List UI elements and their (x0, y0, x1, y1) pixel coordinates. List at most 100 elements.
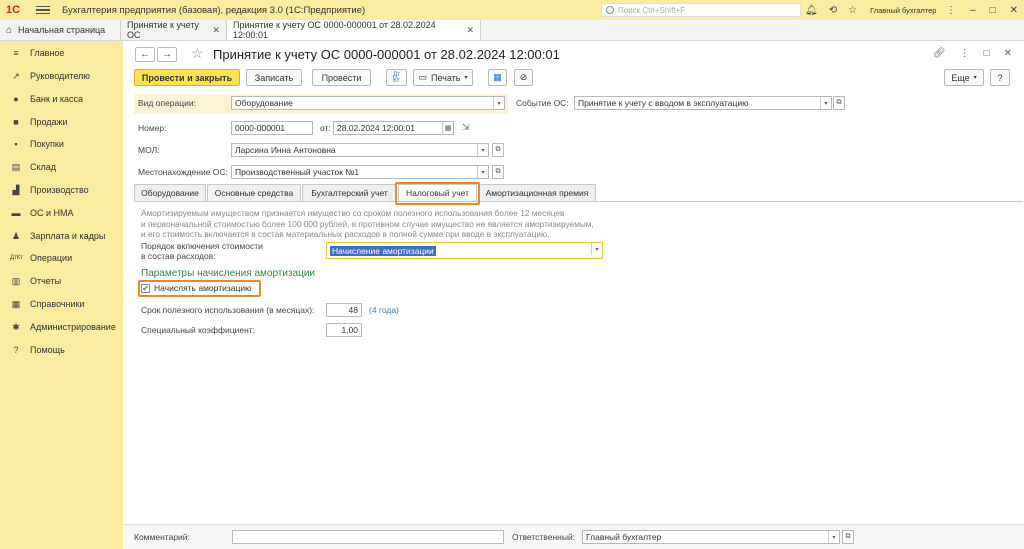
sidebar-item-sales[interactable]: ■ Продажи (0, 113, 123, 131)
highlight-accrue-checkbox (138, 280, 261, 297)
coins-icon: ● (13, 94, 19, 104)
bell-icon[interactable]: 🔔︎ (805, 5, 818, 16)
expense-order-field[interactable]: Начисление амортизации ▾ (326, 242, 603, 259)
number-field[interactable]: 0000-000001 (231, 121, 313, 135)
close-tab-icon[interactable]: ✕ (212, 25, 220, 36)
number-label: Номер: (138, 123, 167, 133)
chart-line-icon: ↗ (12, 70, 20, 81)
open-location-icon[interactable]: ⧉ (492, 165, 504, 179)
chevron-down-icon[interactable]: ▾ (477, 166, 488, 178)
favorite-star-icon[interactable]: ☆ (191, 45, 204, 62)
sidebar-item-references[interactable]: ▦ Справочники (0, 295, 123, 313)
more-button[interactable]: Еще ▾ (944, 69, 984, 86)
book-icon: ▦ (11, 298, 21, 309)
sidebar-item-os-nma[interactable]: ▬ ОС и НМА (0, 204, 123, 222)
tab-os-document[interactable]: Принятие к учету ОС 0000-000001 от 28.02… (227, 20, 481, 40)
structure-button[interactable]: ▦ (488, 69, 507, 86)
print-button[interactable]: ▭ Печать ▾ (413, 69, 473, 86)
chevron-down-icon[interactable]: ▾ (477, 144, 488, 156)
tab-depreciation-bonus[interactable]: Амортизационная премия (478, 184, 596, 202)
sidebar-item-bank[interactable]: ● Банк и касса (0, 90, 123, 108)
special-coef-label: Специальный коэффициент: (141, 325, 256, 335)
chevron-down-icon[interactable]: ▾ (591, 243, 602, 255)
tab-os-list[interactable]: Принятие к учету ОС ✕ (121, 20, 227, 40)
dt-kt-button[interactable]: Дт Кт (386, 69, 407, 86)
attach-button[interactable]: ⊘ (514, 69, 533, 86)
printer-icon: ▭ (418, 72, 427, 82)
useful-life-label: Срок полезного использования (в месяцах)… (141, 305, 315, 315)
cart-icon: ▪ (14, 139, 18, 149)
close-form-icon[interactable]: ✕ (1004, 48, 1012, 59)
event-label: Событие ОС: (516, 98, 569, 108)
chevron-down-icon[interactable]: ▾ (493, 97, 504, 109)
sidebar-item-help[interactable]: ? Помощь (0, 341, 123, 359)
gear-icon: ✱ (12, 321, 20, 332)
sidebar-item-reports[interactable]: ▥ Отчеты (0, 272, 123, 290)
tab-home[interactable]: ⌂ Начальная страница (0, 20, 121, 40)
responsible-field[interactable]: Главный бухгалтер ▾ (582, 530, 840, 544)
sidebar-item-operations[interactable]: ДтКт Операции (0, 249, 123, 267)
footer-panel: Комментарий: Ответственный: Главный бухг… (123, 524, 1024, 549)
person-icon: ♟ (11, 230, 21, 241)
maximize-form-icon[interactable]: □ (984, 48, 990, 59)
structure-icon: ▦ (493, 72, 502, 82)
sidebar-item-purchases[interactable]: ▪ Покупки (0, 135, 123, 153)
menu-icon: ≡ (13, 48, 19, 58)
main-menu-icon[interactable] (36, 5, 50, 15)
back-button[interactable]: ← (135, 47, 155, 62)
sidebar-item-manager[interactable]: ↗ Руководителю (0, 67, 123, 85)
chevron-down-icon[interactable]: ▾ (828, 531, 839, 543)
title-bar: 1С Бухгалтерия предприятия (базовая), ре… (0, 0, 1024, 20)
op-type-field[interactable]: Оборудование ▾ (231, 96, 505, 110)
user-name[interactable]: Главный бухгалтер (870, 6, 936, 15)
sidebar-item-main[interactable]: ≡ Главное (0, 44, 123, 62)
date-field[interactable]: 28.02.2024 12:00:01 ▦ (333, 121, 454, 135)
maximize-icon[interactable]: □ (990, 5, 996, 16)
location-label: Местонахождение ОС: (138, 167, 228, 177)
open-mol-icon[interactable]: ⧉ (492, 143, 504, 157)
star-icon[interactable]: ☆ (848, 5, 857, 16)
history-icon[interactable]: ⟲ (829, 5, 837, 16)
sidebar-item-warehouse[interactable]: ▤ Склад (0, 158, 123, 176)
close-window-icon[interactable]: ✕ (1010, 5, 1018, 16)
open-event-icon[interactable]: ⧉ (833, 96, 845, 110)
app-title: Бухгалтерия предприятия (базовая), редак… (62, 4, 366, 16)
mol-label: МОЛ: (138, 145, 160, 155)
highlight-tax-tab (395, 182, 480, 205)
factory-icon: ▟ (12, 184, 20, 195)
search-placeholder: Поиск Ctrl+Shift+F (618, 5, 686, 15)
post-and-close-button[interactable]: Провести и закрыть (134, 69, 240, 86)
forward-button[interactable]: → (157, 47, 177, 62)
page-title: Принятие к учету ОС 0000-000001 от 28.02… (213, 47, 560, 62)
truck-icon: ▬ (11, 208, 21, 218)
tab-equipment[interactable]: Оборудование (134, 184, 206, 202)
close-tab-icon[interactable]: ✕ (466, 25, 474, 36)
minimize-icon[interactable]: – (970, 5, 976, 16)
tab-accounting[interactable]: Бухгалтерский учет (302, 184, 397, 202)
open-responsible-icon[interactable]: ⧉ (842, 530, 854, 544)
save-button[interactable]: Записать (246, 69, 302, 86)
link-icon[interactable]: 🔗︎ (933, 48, 946, 59)
settings-icon[interactable]: ⋮ (946, 5, 956, 16)
special-coef-field[interactable]: 1,00 (326, 323, 362, 337)
post-button[interactable]: Провести (312, 69, 371, 86)
report-icon: ▥ (11, 275, 21, 286)
event-field[interactable]: Принятие к учету с вводом в эксплуатацию… (574, 96, 832, 110)
more-vert-icon[interactable]: ⋮ (960, 48, 970, 59)
location-field[interactable]: Производственный участок №1 ▾ (231, 165, 489, 179)
logo-1c: 1С (6, 4, 21, 16)
help-button[interactable]: ? (990, 69, 1010, 86)
tax-info-text: Амортизируемым имуществом признается иму… (141, 208, 594, 239)
search-icon (606, 6, 614, 14)
sidebar-item-admin[interactable]: ✱ Администрирование (0, 318, 123, 336)
calendar-icon[interactable]: ▦ (442, 122, 453, 134)
useful-life-field[interactable]: 48 (326, 303, 362, 317)
mol-field[interactable]: Ларсина Инна Антоновна ▾ (231, 143, 489, 157)
sidebar-item-salary[interactable]: ♟ Зарплата и кадры (0, 227, 123, 245)
comment-field[interactable] (232, 530, 504, 544)
sidebar-item-production[interactable]: ▟ Производство (0, 181, 123, 199)
search-input[interactable]: Поиск Ctrl+Shift+F (601, 3, 801, 17)
chevron-down-icon[interactable]: ▾ (820, 97, 831, 109)
set-number-icon[interactable]: ⇲ (462, 122, 470, 133)
tab-fixed-assets[interactable]: Основные средства (207, 184, 301, 202)
